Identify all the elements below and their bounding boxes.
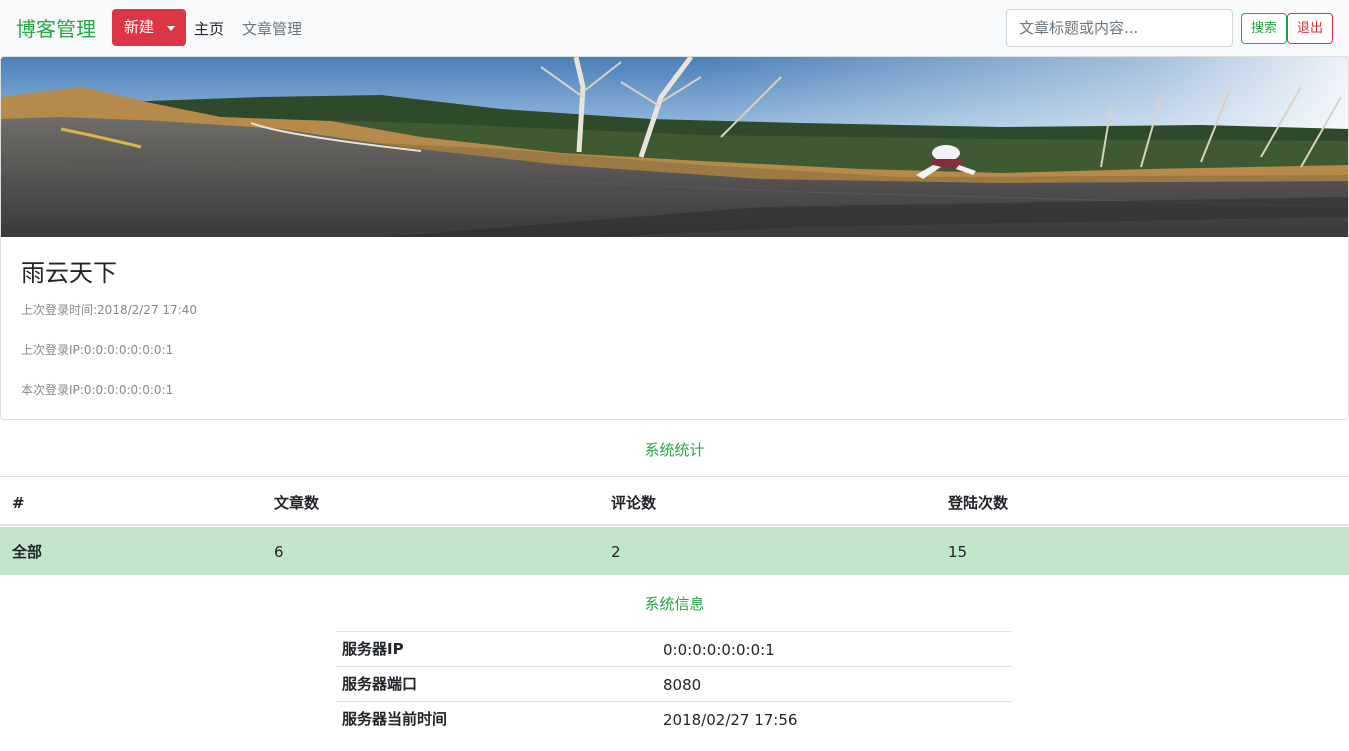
nav-articles-link[interactable]: 文章管理 [242, 18, 302, 40]
stats-header-logins: 登陆次数 [948, 494, 1009, 512]
info-key: 服务器IP [342, 640, 404, 658]
last-login-time: 上次登录时间:2018/2/27 17:40 [21, 303, 197, 317]
caret-down-icon [167, 26, 175, 31]
stats-row-label: 全部 [12, 543, 43, 561]
stats-comments-count: 2 [611, 543, 621, 561]
stats-header-row: # 文章数 评论数 登陆次数 [0, 476, 1349, 526]
info-key: 服务器当前时间 [342, 710, 448, 728]
table-row: 服务器端口 8080 [336, 666, 1012, 701]
stats-logins-count: 15 [948, 543, 968, 561]
stats-header-index: # [12, 494, 25, 512]
logout-button[interactable]: 退出 [1287, 13, 1333, 44]
nav-home-link[interactable]: 主页 [194, 18, 224, 40]
stats-section-title: 系统统计 [644, 441, 705, 459]
current-login-ip: 本次登录IP:0:0:0:0:0:0:0:1 [21, 383, 174, 397]
brand-title[interactable]: 博客管理 [16, 15, 96, 43]
info-key: 服务器端口 [342, 675, 418, 693]
info-table: 服务器IP 0:0:0:0:0:0:0:1 服务器端口 8080 服务器当前时间… [336, 631, 1012, 736]
search-input[interactable] [1006, 9, 1233, 47]
top-navbar: 博客管理 新建 主页 文章管理 搜索 退出 [0, 0, 1349, 57]
banner-image [1, 57, 1348, 237]
stats-articles-count: 6 [274, 543, 284, 561]
table-row: 全部 6 2 15 [0, 527, 1349, 575]
profile-name: 雨云天下 [21, 259, 117, 287]
last-login-ip: 上次登录IP:0:0:0:0:0:0:0:1 [21, 343, 174, 357]
search-button[interactable]: 搜索 [1241, 13, 1287, 44]
new-button-label: 新建 [124, 18, 155, 36]
profile-card: 雨云天下 上次登录时间:2018/2/27 17:40 上次登录IP:0:0:0… [0, 56, 1349, 420]
info-value: 0:0:0:0:0:0:0:1 [663, 641, 775, 659]
stats-header-articles: 文章数 [274, 494, 320, 512]
table-row: 服务器IP 0:0:0:0:0:0:0:1 [336, 631, 1012, 666]
stats-header-comments: 评论数 [611, 494, 657, 512]
info-value: 8080 [663, 676, 702, 694]
info-section-title: 系统信息 [644, 595, 705, 613]
table-row: 服务器当前时间 2018/02/27 17:56 [336, 701, 1012, 736]
info-value: 2018/02/27 17:56 [663, 711, 798, 729]
new-dropdown-button[interactable]: 新建 [112, 9, 186, 46]
